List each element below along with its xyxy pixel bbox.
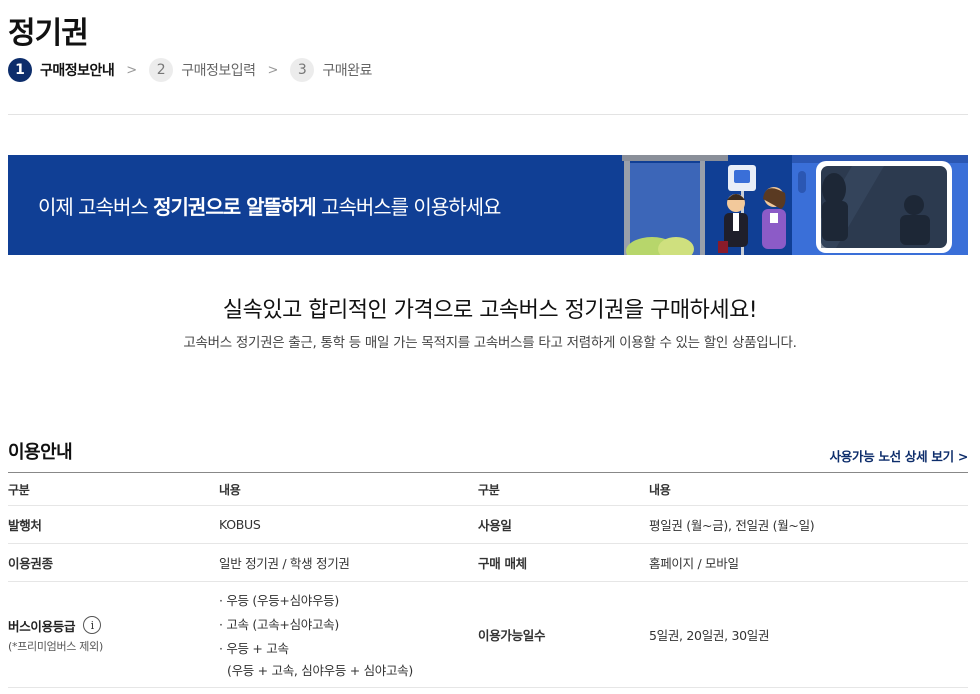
table-header-cell: 내용	[219, 482, 241, 497]
row-key-bus-grade: 버스이용등급	[8, 618, 76, 634]
list-item: · 고속 (고속+심야고속)	[219, 616, 339, 632]
table-header-cell: 구분	[8, 482, 30, 497]
passenger-silhouette	[822, 201, 848, 241]
step-1-label: 구매정보안내	[40, 63, 115, 79]
person-shirt	[733, 213, 739, 231]
passenger-silhouette	[904, 195, 924, 215]
banner-text: 이제 고속버스 정기권으로 알뜰하게 고속버스를 이용하세요	[38, 191, 501, 220]
page-title: 정기권	[8, 16, 89, 51]
step-3-number: 3	[290, 58, 315, 82]
step-1-number: 1	[8, 58, 32, 82]
row-key-purchase-medium: 구매 매체	[478, 556, 527, 571]
row-key-valid-days: 이용가능일수	[478, 628, 546, 643]
table-header-row: 구분 내용 구분 내용	[8, 472, 968, 506]
passenger-silhouette	[822, 173, 846, 205]
row-value-valid-days: 5일권, 20일권, 30일권	[649, 628, 770, 643]
table-header-cell: 내용	[649, 482, 671, 497]
row-value-ticket-type: 일반 정기권 / 학생 정기권	[219, 556, 350, 571]
step-3: 3 구매완료	[290, 58, 372, 82]
shelter-pole	[700, 161, 705, 255]
row-value-bus-grade: · 우등 (우등+심야우등) · 고속 (고속+심야고속) · 우등 + 고속 (…	[219, 582, 478, 688]
info-circle-icon[interactable]: i	[83, 616, 102, 634]
row-key-usage-days: 사용일	[478, 518, 512, 533]
banner-text-part-2: 고속버스를 이용하세요	[315, 195, 501, 219]
row-value-usage-days: 평일권 (월~금), 전일권 (월~일)	[649, 518, 815, 533]
bus-grade-note: (*프리미엄버스 제외)	[8, 639, 103, 653]
usage-info-table: 구분 내용 구분 내용 발행처 KOBUS 사용일 평일권 (월~금), 전일권…	[8, 472, 968, 688]
row-value-issuer: KOBUS	[219, 517, 261, 532]
step-1: 1 구매정보안내	[8, 58, 115, 82]
header-divider	[8, 114, 968, 115]
step-2-label: 구매정보입력	[181, 63, 256, 79]
purchase-steps: 1 구매정보안내 > 2 구매정보입력 > 3 구매완료	[8, 58, 372, 82]
step-2: 2 구매정보입력	[149, 58, 256, 82]
bus-stop-illustration	[622, 155, 968, 255]
step-2-number: 2	[149, 58, 174, 82]
banner-text-part-1: 이제 고속버스	[38, 195, 154, 219]
row-key-bus-grade-cell: 버스이용등급 i (*프리미엄버스 제외)	[8, 582, 219, 688]
table-row: 버스이용등급 i (*프리미엄버스 제외) · 우등 (우등+심야우등) · 고…	[8, 582, 968, 688]
bus-handle	[798, 171, 806, 193]
list-item-subtext: (우등 + 고속, 심야우등 + 심야고속)	[227, 662, 413, 678]
table-row: 발행처 KOBUS 사용일 평일권 (월~금), 전일권 (월~일)	[8, 506, 968, 544]
bus-grade-label-wrap: 버스이용등급 i	[8, 616, 219, 635]
intro-description: 고속버스 정기권은 출근, 통학 등 매일 가는 목적지를 고속버스를 타고 저…	[183, 335, 797, 351]
banner-text-bold: 정기권으로 알뜰하게	[153, 195, 317, 219]
person-card	[770, 213, 778, 223]
chevron-right-icon: >	[267, 62, 279, 78]
row-value-purchase-medium: 홈페이지 / 모바일	[649, 556, 739, 571]
table-header-cell: 구분	[478, 482, 500, 497]
passenger-silhouette	[900, 215, 930, 245]
step-3-label: 구매완료	[322, 63, 372, 79]
shelter-roof	[622, 155, 728, 161]
table-row: 이용권종 일반 정기권 / 학생 정기권 구매 매체 홈페이지 / 모바일	[8, 544, 968, 582]
list-item: · 우등 (우등+심야우등)	[219, 592, 339, 608]
row-key-issuer: 발행처	[8, 518, 42, 533]
chevron-right-icon: >	[126, 62, 138, 78]
person-bag	[718, 241, 728, 253]
list-item: · 우등 + 고속 (우등 + 고속, 심야우등 + 심야고속)	[219, 637, 478, 681]
promo-banner: 이제 고속버스 정기권으로 알뜰하게 고속버스를 이용하세요	[8, 155, 968, 255]
list-item-text: · 우등 + 고속	[219, 640, 289, 656]
route-detail-link[interactable]: 사용가능 노선 상세 보기 >	[830, 446, 969, 465]
row-key-ticket-type: 이용권종	[8, 556, 53, 571]
usage-section-title: 이용안내	[8, 442, 73, 463]
bus-grade-list: · 우등 (우등+심야우등) · 고속 (고속+심야고속) · 우등 + 고속 (…	[219, 589, 478, 681]
bus-sign-glyph	[734, 170, 750, 183]
shelter-pole	[624, 161, 630, 255]
intro-headline: 실속있고 합리적인 가격으로 고속버스 정기권을 구매하세요!	[222, 298, 758, 323]
